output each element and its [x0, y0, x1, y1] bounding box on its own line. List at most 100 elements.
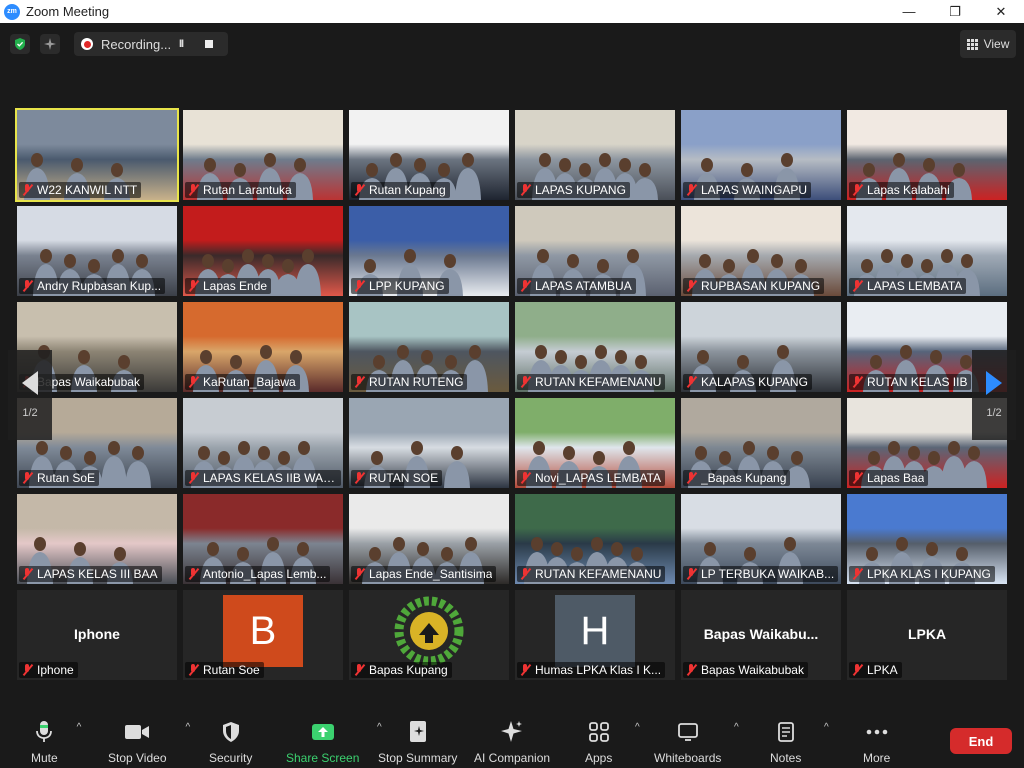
security-button[interactable]: Security	[209, 720, 252, 765]
mute-options-caret[interactable]: ^	[77, 722, 82, 733]
participant-name-bar: LAPAS WAINGAPU	[683, 182, 812, 198]
ai-companion-button[interactable]: AI Companion	[474, 720, 550, 765]
stop-video-button[interactable]: ^ Stop Video	[108, 720, 190, 765]
participant-tile[interactable]: LPP KUPANG	[349, 206, 509, 296]
ai-sparkle-icon[interactable]	[40, 34, 60, 54]
participant-tile[interactable]: Iphone Iphone	[17, 590, 177, 680]
participant-name: LAPAS KELAS IIB WAIK...	[203, 471, 337, 485]
participant-name: Rutan Soe	[203, 663, 260, 677]
participant-tile[interactable]: Bapas Kupang	[349, 590, 509, 680]
participant-name: RUTAN KEFAMENANU	[535, 567, 662, 581]
participant-name: Novi_LAPAS LEMBATA	[535, 471, 662, 485]
participant-tile[interactable]: LAPAS ATAMBUA	[515, 206, 675, 296]
participant-name: Lapas Baa	[867, 471, 925, 485]
participant-name: LAPAS KUPANG	[535, 183, 626, 197]
pause-recording-button[interactable]: II	[179, 38, 201, 50]
participant-tile[interactable]: LAPAS LEMBATA	[847, 206, 1007, 296]
view-button[interactable]: View	[960, 30, 1016, 58]
participant-tile[interactable]: RUTAN RUTENG	[349, 302, 509, 392]
next-page-button[interactable]: 1/2	[972, 350, 1016, 440]
apps-options-caret[interactable]: ^	[635, 722, 640, 733]
whiteboards-options-caret[interactable]: ^	[734, 722, 739, 733]
stop-summary-button[interactable]: Stop Summary	[378, 720, 457, 765]
end-meeting-button[interactable]: End	[950, 728, 1012, 754]
participant-name-bar: LAPAS KUPANG	[517, 182, 630, 198]
participant-name: Bapas Waikabubak	[37, 375, 140, 389]
participant-tile[interactable]: RUTAN KEFAMENANU	[515, 302, 675, 392]
participant-name: Rutan Kupang	[369, 183, 446, 197]
mic-muted-icon	[851, 376, 863, 388]
mic-muted-icon	[685, 472, 697, 484]
participant-name: Rutan SoE	[37, 471, 96, 485]
participant-name: Rutan Larantuka	[203, 183, 292, 197]
participant-tile[interactable]: Lapas Kalabahi	[847, 110, 1007, 200]
page-indicator-left: 1/2	[22, 407, 38, 419]
participant-tile[interactable]: Andry Rupbasan Kup...	[17, 206, 177, 296]
participant-name-bar: Iphone	[19, 662, 78, 678]
whiteboard-icon: ^	[675, 720, 739, 744]
participant-tile[interactable]: Lapas Ende_Santisima	[349, 494, 509, 584]
participant-tile[interactable]: LPKA KLAS I KUPANG	[847, 494, 1007, 584]
participant-tile[interactable]: Novi_LAPAS LEMBATA	[515, 398, 675, 488]
participant-tile[interactable]: H Humas LPKA Klas I K...	[515, 590, 675, 680]
participant-tile[interactable]: Lapas Ende	[183, 206, 343, 296]
mic-muted-icon	[187, 568, 199, 580]
recording-label: Recording...	[101, 36, 172, 52]
participant-tile[interactable]: LAPAS KELAS IIB WAIK...	[183, 398, 343, 488]
mic-muted-icon	[851, 280, 863, 292]
participant-tile[interactable]: _Bapas Kupang	[681, 398, 841, 488]
meeting-topbar: Recording... II View	[0, 23, 1024, 63]
mic-muted-icon	[519, 184, 531, 196]
participant-tile[interactable]: LPKA LPKA	[847, 590, 1007, 680]
participant-tile[interactable]: RUTAN KEFAMENANU	[515, 494, 675, 584]
close-window-button[interactable]: ✕	[978, 0, 1024, 23]
mic-muted-icon	[353, 376, 365, 388]
apps-button[interactable]: ^ Apps	[585, 720, 640, 765]
whiteboards-button[interactable]: ^ Whiteboards	[654, 720, 739, 765]
mic-muted-icon	[187, 664, 199, 676]
notes-button[interactable]: ^ Notes	[770, 720, 829, 765]
mute-button[interactable]: ^ Mute	[31, 720, 81, 765]
encryption-shield-icon[interactable]	[10, 34, 30, 54]
participant-name-bar: Rutan Larantuka	[185, 182, 296, 198]
participant-tile[interactable]: B Rutan Soe	[183, 590, 343, 680]
arrow-left-icon	[22, 371, 38, 395]
participant-avatar: B	[223, 595, 303, 667]
video-options-caret[interactable]: ^	[186, 722, 191, 733]
grid-view-icon	[966, 38, 978, 50]
participant-tile[interactable]: LAPAS WAINGAPU	[681, 110, 841, 200]
participant-tile[interactable]: Rutan Kupang	[349, 110, 509, 200]
previous-page-button[interactable]: 1/2	[8, 350, 52, 440]
minimize-button[interactable]: —	[886, 0, 932, 23]
mic-muted-icon	[21, 280, 33, 292]
participant-avatar: H	[555, 595, 635, 667]
participant-tile[interactable]: Antonio_Lapas Lemb...	[183, 494, 343, 584]
participant-tile[interactable]: LAPAS KUPANG	[515, 110, 675, 200]
share-screen-icon: ^	[310, 720, 382, 744]
participant-name-bar: _Bapas Kupang	[683, 470, 791, 486]
summary-icon	[405, 720, 431, 744]
more-button[interactable]: More	[863, 720, 890, 765]
notes-options-caret[interactable]: ^	[824, 722, 829, 733]
participant-name-bar: LAPAS ATAMBUA	[517, 278, 636, 294]
participant-tile[interactable]: KaRutan_Bajawa	[183, 302, 343, 392]
participant-tile[interactable]: LAPAS KELAS III BAA	[17, 494, 177, 584]
participant-tile[interactable]: RUTAN SOE	[349, 398, 509, 488]
share-screen-button[interactable]: ^ Share Screen	[286, 720, 382, 765]
stop-recording-button[interactable]	[205, 40, 213, 48]
participant-name-bar: Rutan SoE	[19, 470, 100, 486]
participant-name: Lapas Ende_Santisima	[369, 567, 493, 581]
apps-icon: ^	[586, 720, 640, 744]
participant-name-bar: Lapas Kalabahi	[849, 182, 954, 198]
maximize-button[interactable]: ❐	[932, 0, 978, 23]
participant-name-bar: LAPAS KELAS IIB WAIK...	[185, 470, 341, 486]
participant-tile[interactable]: Bapas Waikabu... Bapas Waikabubak	[681, 590, 841, 680]
participant-name-bar: LPKA	[849, 662, 902, 678]
participant-tile[interactable]: RUPBASAN KUPANG	[681, 206, 841, 296]
participant-tile[interactable]: LP TERBUKA WAIKAB...	[681, 494, 841, 584]
participant-tile[interactable]: W22 KANWIL NTT	[15, 108, 179, 202]
participant-tile[interactable]: Rutan Larantuka	[183, 110, 343, 200]
window-title: Zoom Meeting	[26, 4, 110, 19]
participant-tile[interactable]: KALAPAS KUPANG	[681, 302, 841, 392]
mic-muted-icon	[519, 568, 531, 580]
